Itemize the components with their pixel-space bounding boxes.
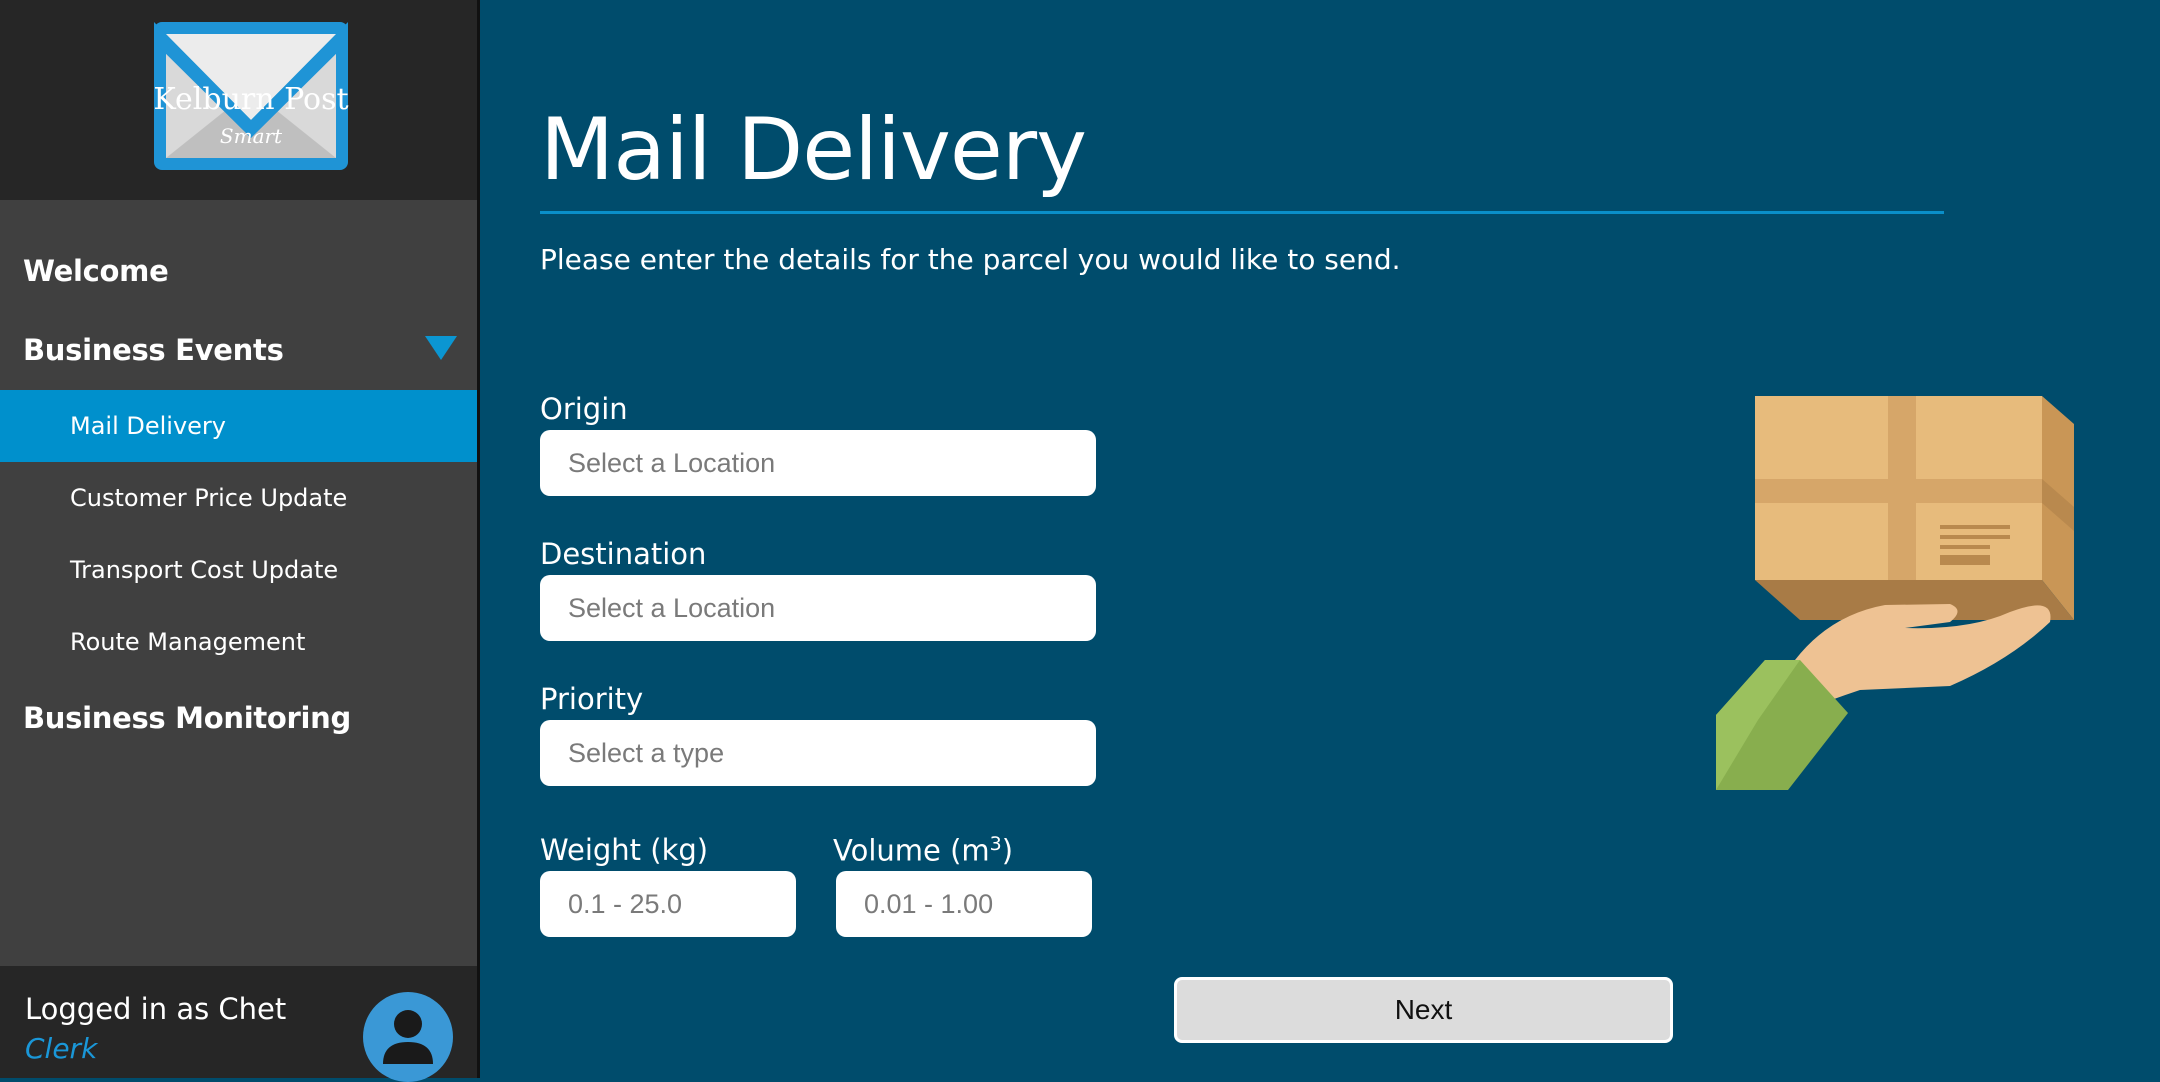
hand-holding-parcel-illustration xyxy=(1710,390,2080,800)
logged-in-user: Logged in as Chet xyxy=(25,992,287,1026)
priority-label: Priority xyxy=(540,682,644,716)
title-divider xyxy=(540,211,1944,214)
user-panel: Logged in as Chet Clerk xyxy=(0,966,477,1082)
logo-area: Kelburn Post Smart xyxy=(0,0,477,200)
next-button[interactable]: Next xyxy=(1174,977,1673,1043)
kelburn-post-logo: Kelburn Post Smart xyxy=(152,20,350,172)
logo-subtitle: Smart xyxy=(219,124,283,148)
nav-business-events[interactable]: Business Events xyxy=(23,333,284,367)
volume-input[interactable] xyxy=(836,871,1092,937)
nav-welcome[interactable]: Welcome xyxy=(23,254,169,288)
weight-label: Weight (kg) xyxy=(540,833,709,867)
volume-label: Volume (m3) xyxy=(833,833,1013,868)
sidebar-item-label: Route Management xyxy=(70,628,306,656)
volume-label-prefix: Volume (m xyxy=(833,833,990,868)
priority-select[interactable] xyxy=(540,720,1096,786)
volume-label-suffix: ) xyxy=(1001,833,1014,868)
sidebar-item-mail-delivery[interactable]: Mail Delivery xyxy=(0,390,477,462)
origin-select[interactable] xyxy=(540,430,1096,496)
page-title: Mail Delivery xyxy=(540,100,1087,200)
sidebar-item-label: Customer Price Update xyxy=(70,484,348,512)
volume-label-exponent: 3 xyxy=(989,833,1002,855)
weight-input[interactable] xyxy=(540,871,796,937)
caret-down-icon[interactable] xyxy=(425,336,457,360)
logo-title: Kelburn Post xyxy=(153,82,349,117)
sidebar-item-transport-cost-update[interactable]: Transport Cost Update xyxy=(0,534,477,606)
sidebar-item-route-management[interactable]: Route Management xyxy=(0,606,477,678)
page-subtitle: Please enter the details for the parcel … xyxy=(540,243,1401,276)
sidebar-item-label: Mail Delivery xyxy=(70,412,226,440)
sidebar-item-label: Transport Cost Update xyxy=(70,556,339,584)
user-icon[interactable] xyxy=(363,992,453,1082)
destination-label: Destination xyxy=(540,537,707,571)
sidebar-item-customer-price-update[interactable]: Customer Price Update xyxy=(0,462,477,534)
destination-select[interactable] xyxy=(540,575,1096,641)
user-role: Clerk xyxy=(25,1032,98,1065)
sidebar: Kelburn Post Smart Welcome Business Even… xyxy=(0,0,480,1082)
nav-business-monitoring[interactable]: Business Monitoring xyxy=(23,701,351,735)
origin-label: Origin xyxy=(540,392,628,426)
